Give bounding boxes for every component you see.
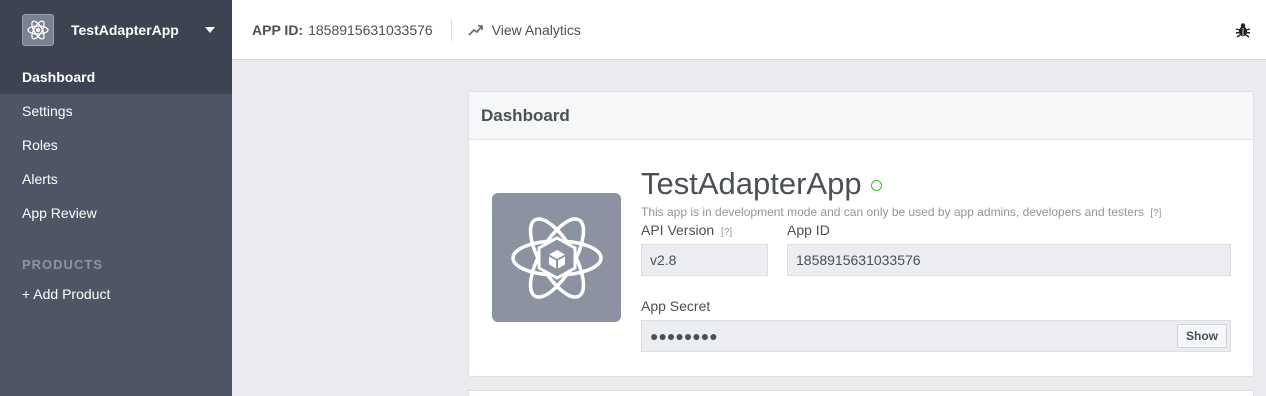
view-analytics-link[interactable]: View Analytics: [492, 22, 581, 38]
atom-logo-icon: [510, 216, 603, 299]
products-heading: PRODUCTS: [22, 257, 103, 272]
sidebar-item-alerts[interactable]: Alerts: [0, 162, 232, 196]
app-secret-value: ●●●●●●●●: [650, 328, 718, 344]
development-mode-note: This app is in development mode and can …: [641, 205, 1161, 219]
sidebar-item-dashboard[interactable]: Dashboard: [0, 60, 232, 94]
app-id-label: APP ID:: [252, 21, 304, 38]
add-product-link[interactable]: + Add Product: [22, 286, 110, 302]
sidebar-item-roles[interactable]: Roles: [0, 128, 232, 162]
help-link[interactable]: [?]: [721, 227, 732, 238]
app-secret-field[interactable]: ●●●●●●●● Show: [641, 320, 1231, 352]
app-title: TestAdapterApp: [641, 166, 882, 202]
divider: [450, 18, 452, 41]
dashboard-card: Dashboard TestAdapterApp This app is in …: [468, 91, 1254, 377]
help-link[interactable]: [?]: [1150, 208, 1161, 219]
app-icon: [492, 193, 621, 322]
app-id-value: 1858915631033576: [308, 21, 433, 38]
chevron-down-icon[interactable]: [205, 27, 215, 33]
app-id-field[interactable]: 1858915631033576: [787, 244, 1231, 276]
app-id-field-label: App ID: [787, 222, 830, 238]
top-bar: APP ID: 1858915631033576 View Analytics: [232, 0, 1266, 60]
atom-logo-icon: [22, 14, 54, 46]
bug-icon[interactable]: [1235, 22, 1251, 38]
show-secret-button[interactable]: Show: [1177, 324, 1227, 348]
sidebar-item-settings[interactable]: Settings: [0, 94, 232, 128]
api-version-field[interactable]: v2.8: [641, 244, 768, 276]
sidebar-app-name: TestAdapterApp: [71, 22, 179, 38]
app-secret-label: App Secret: [641, 298, 711, 314]
api-version-label-row: API Version [?]: [641, 222, 732, 238]
sidebar: TestAdapterApp Dashboard Settings Roles …: [0, 0, 232, 396]
app-switcher[interactable]: TestAdapterApp: [0, 0, 232, 60]
card-title: Dashboard: [469, 92, 1253, 140]
trending-up-icon[interactable]: [468, 23, 484, 37]
app-title-text: TestAdapterApp: [641, 166, 862, 201]
sidebar-nav: Dashboard Settings Roles Alerts App Revi…: [0, 60, 232, 230]
sidebar-item-app-review[interactable]: App Review: [0, 196, 232, 230]
dev-note-text: This app is in development mode and can …: [641, 205, 1144, 219]
next-card: [468, 390, 1254, 396]
api-version-label: API Version: [641, 222, 715, 238]
status-indicator: [870, 180, 882, 191]
